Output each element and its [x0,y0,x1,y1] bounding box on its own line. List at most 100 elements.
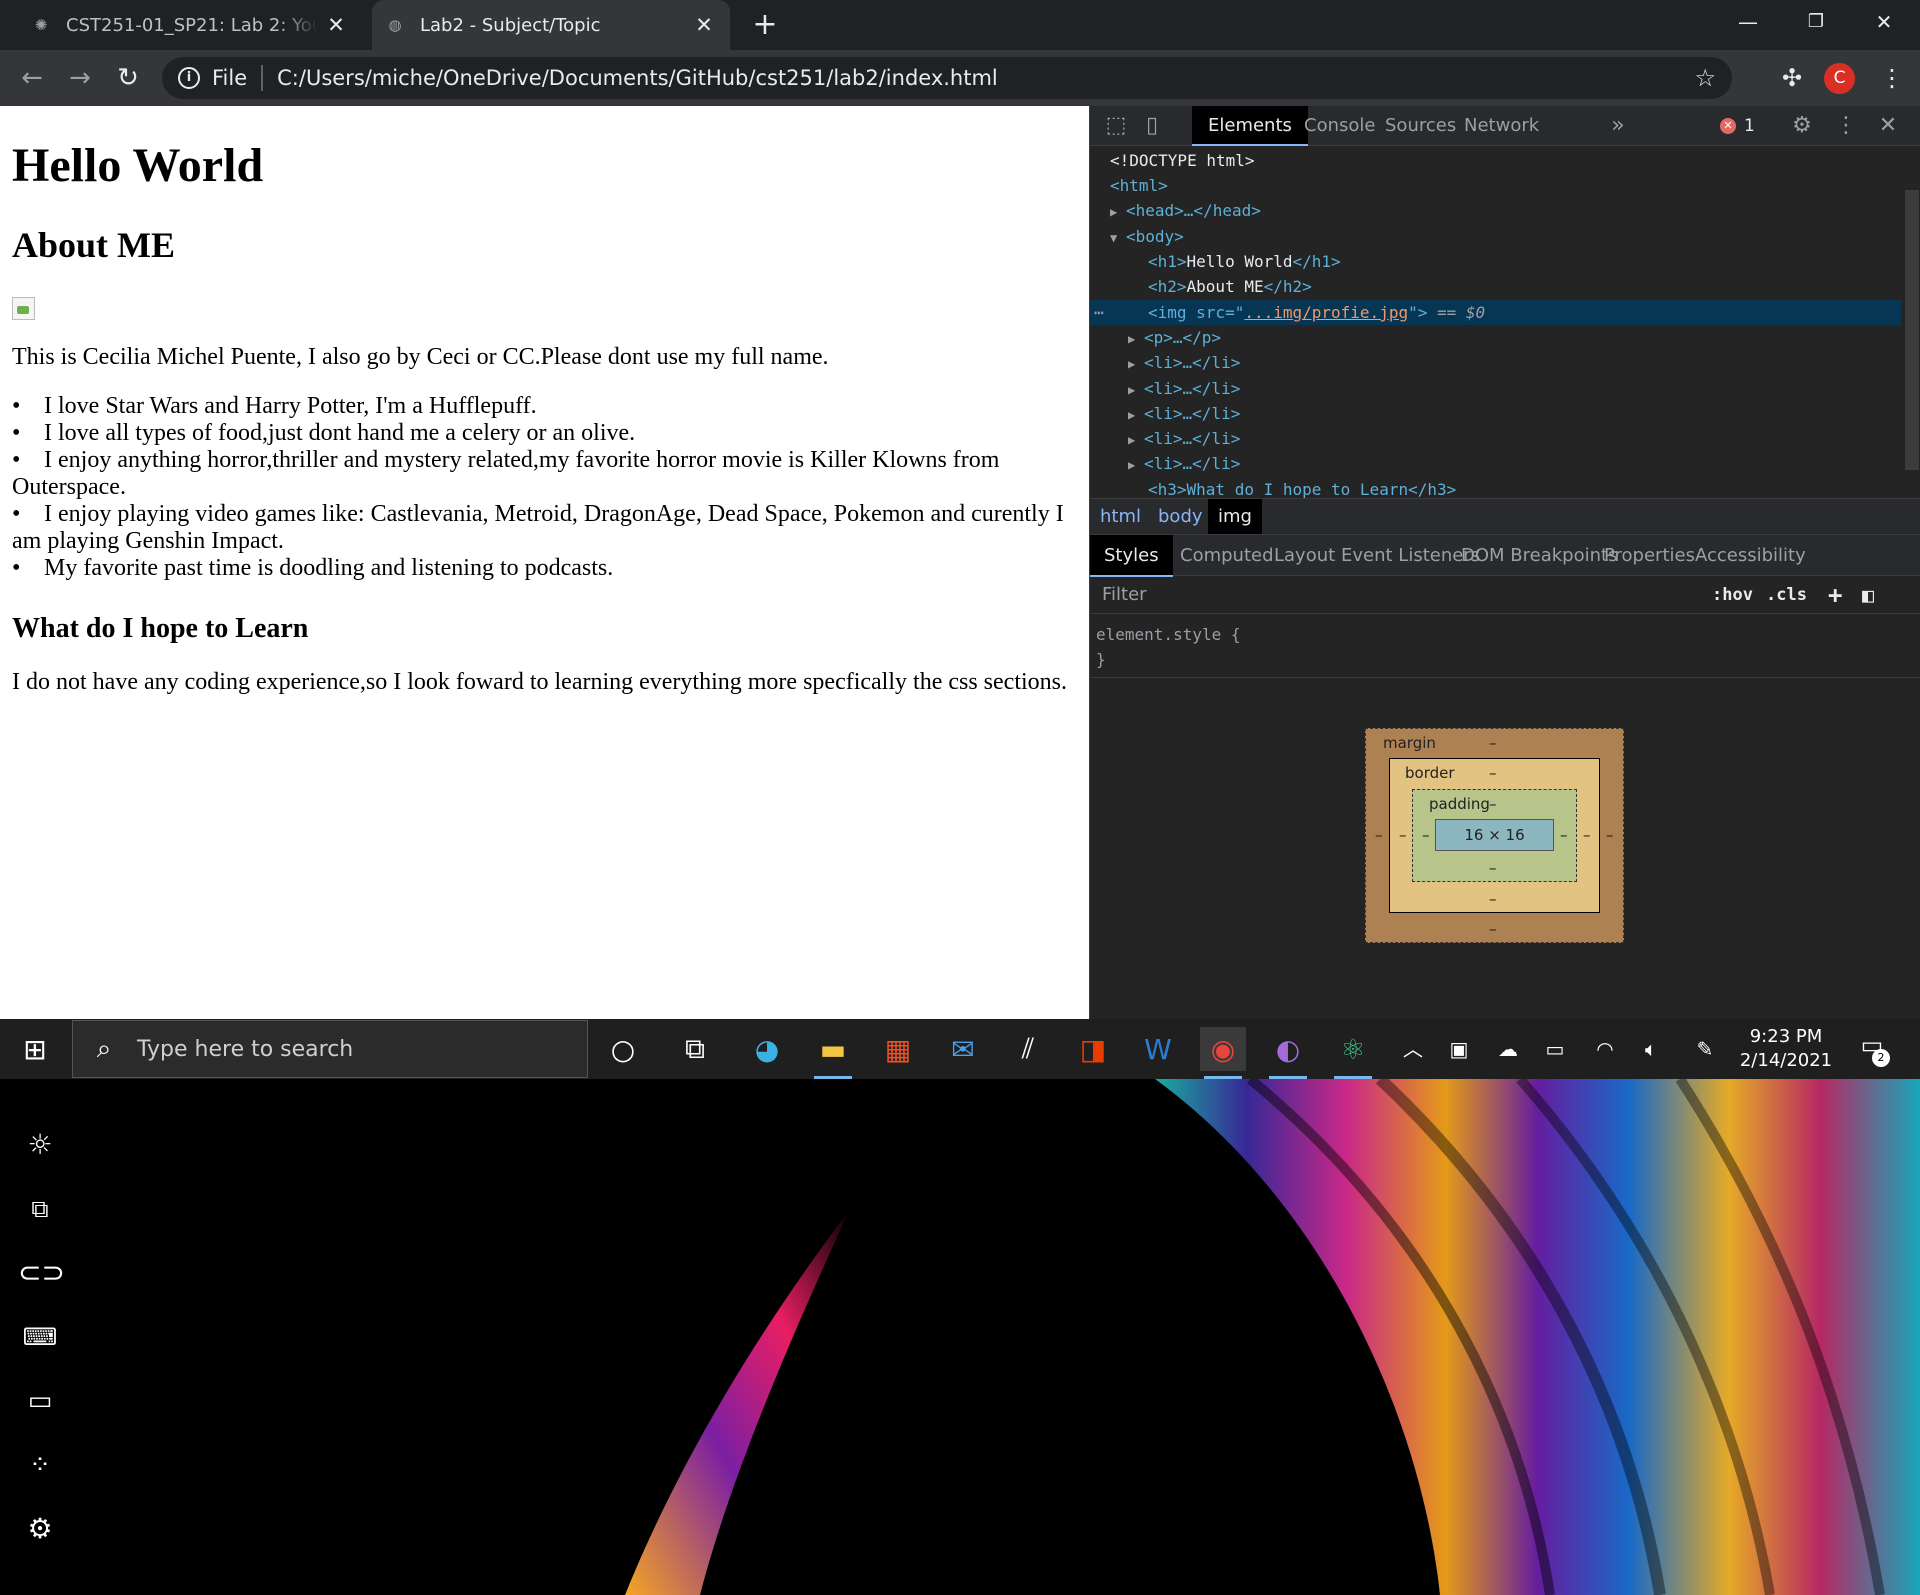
chrome-icon[interactable]: ◉ [1200,1027,1246,1079]
link-icon[interactable]: ⊂⊃ [18,1251,65,1295]
styles-filter-input[interactable]: Filter [1098,580,1678,610]
dom-node-h2[interactable]: <h2>About ME</h2> [1090,274,1901,299]
address-bar[interactable]: i File C:/Users/miche/OneDrive/Documents… [162,57,1732,99]
dom-node-h3[interactable]: <h3>What do I hope to Learn</h3> [1090,477,1901,498]
info-icon[interactable]: i [178,67,200,89]
taskbar-clock[interactable]: 9:23 PM 2/14/2021 [1730,1025,1842,1073]
page-heading-h2: About ME [12,225,176,266]
dom-node-p[interactable]: ▶ <p>…</p> [1090,325,1901,350]
edge-browser-icon[interactable]: ◕ [744,1027,790,1071]
word-icon[interactable]: W [1135,1027,1181,1071]
keyboard-icon[interactable]: ⌨ [18,1315,62,1359]
toggle-sidebar-icon[interactable]: ◧ [1862,580,1874,610]
dom-node-body[interactable]: ▼ <body> [1090,224,1901,249]
tab-styles[interactable]: Styles [1090,535,1173,577]
dom-node-li[interactable]: ▶ <li>…</li> [1090,401,1901,426]
dom-node-img-selected[interactable]: ⋯ <img src="...img/profie.jpg"> == $0 [1090,300,1901,325]
ellipsis-icon[interactable]: ⋯ [1090,300,1148,325]
inspect-element-icon[interactable]: ⬚ [1102,112,1130,140]
reload-icon[interactable]: ↻ [108,58,148,98]
close-window-button[interactable]: ✕ [1850,0,1918,44]
padding-label: padding [1429,795,1490,813]
dom-node-li[interactable]: ▶ <li>…</li> [1090,426,1901,451]
box-model-content-size[interactable]: 16 × 16 [1435,819,1554,851]
expand-triangle-icon[interactable]: ▶ [1128,403,1144,428]
collapse-triangle-icon[interactable]: ▼ [1110,226,1126,251]
error-count-badge[interactable]: ✕ 1 [1720,112,1755,140]
windows-start-icon[interactable]: ⊞ [12,1027,58,1071]
cortana-icon[interactable]: ○ [600,1027,646,1071]
close-devtools-icon[interactable]: ✕ [1874,112,1902,140]
wifi-icon[interactable]: ◠ [1590,1031,1620,1067]
divider [261,65,264,91]
file-explorer-icon[interactable]: ▬ [810,1027,856,1079]
dom-node-head[interactable]: ▶ <head>…</head> [1090,198,1901,223]
atom-editor-icon[interactable]: ⚛ [1330,1027,1376,1079]
extensions-puzzle-icon[interactable]: ✣ [1776,62,1808,94]
back-icon[interactable]: ← [12,58,52,98]
dom-node-h1[interactable]: <h1>Hello World</h1> [1090,249,1901,274]
dom-node-li[interactable]: ▶ <li>…</li> [1090,451,1901,476]
minimize-button[interactable]: — [1714,0,1782,44]
pen-workspace-icon[interactable]: ✎ [1690,1031,1720,1067]
bookmark-star-icon[interactable]: ☆ [1694,64,1716,92]
tab-lab2-subject[interactable]: ◍ Lab2 - Subject/Topic ✕ [372,0,730,50]
expand-triangle-icon[interactable]: ▶ [1128,352,1144,377]
breadcrumb-body[interactable]: body [1148,499,1213,535]
breadcrumb-html[interactable]: html [1090,499,1151,535]
dom-node-doctype[interactable]: <!DOCTYPE html> [1090,148,1901,173]
github-desktop-icon[interactable]: ◐ [1265,1027,1311,1079]
project-screen-icon[interactable]: ⧉ [18,1187,62,1231]
hov-toggle[interactable]: :hov [1712,580,1753,610]
brightness-sun-icon[interactable]: ☼ [18,1123,62,1167]
url-text[interactable]: C:/Users/miche/OneDrive/Documents/GitHub… [277,66,998,90]
laptop-icon[interactable]: ▭ [18,1379,62,1423]
more-tabs-chevron-icon[interactable]: » [1604,112,1632,140]
dom-node-html[interactable]: <html> [1090,173,1901,198]
close-tab-icon[interactable]: ✕ [324,13,348,37]
padding-left-value: – [1422,826,1430,844]
expand-triangle-icon[interactable]: ▶ [1128,327,1144,352]
show-hidden-icons-chevron[interactable]: ︿ [1398,1031,1428,1067]
task-view-icon[interactable]: ⧉ [672,1027,718,1071]
chrome-menu-icon[interactable]: ⋮ [1880,62,1904,94]
element-style-rule[interactable]: element.style { } [1090,614,1920,678]
tab-network[interactable]: Network [1448,106,1555,146]
dom-node-li[interactable]: ▶ <li>…</li> [1090,350,1901,375]
dom-node-li[interactable]: ▶ <li>…</li> [1090,376,1901,401]
taskbar-search-box[interactable]: ⌕ Type here to search [72,1020,588,1078]
unity-icon[interactable]: ⫽ [1005,1027,1051,1071]
img-src-link[interactable]: ...img/profie.jpg [1244,303,1408,322]
device-toolbar-icon[interactable]: ▯ [1138,112,1166,140]
mail-icon[interactable]: ✉ [940,1027,986,1071]
expand-triangle-icon[interactable]: ▶ [1128,378,1144,403]
forward-icon[interactable]: → [60,58,100,98]
devtools-menu-icon[interactable]: ⋮ [1832,112,1860,140]
expand-triangle-icon[interactable]: ▶ [1128,428,1144,453]
close-tab-icon[interactable]: ✕ [692,13,716,37]
restore-button[interactable]: ❐ [1782,0,1850,44]
clock-date: 2/14/2021 [1739,1050,1833,1071]
cls-toggle[interactable]: .cls [1766,580,1807,610]
meet-now-icon[interactable]: ▣ [1444,1031,1474,1067]
tab-canvas-lab2[interactable]: ✺ CST251-01_SP21: Lab 2: Your First ✕ [18,0,362,50]
dom-tree-scrollbar[interactable] [1905,190,1919,470]
margin-label: margin [1383,734,1436,752]
office-icon[interactable]: ◨ [1070,1027,1116,1071]
profile-avatar[interactable]: C [1824,63,1855,94]
battery-icon[interactable]: ▭ [1540,1031,1570,1067]
microsoft-store-icon[interactable]: ▦ [875,1027,921,1071]
tab-accessibility[interactable]: Accessibility [1681,535,1820,577]
volume-icon[interactable]: 🔈︎ [1636,1031,1666,1067]
apps-grid-icon[interactable]: ⁘ [18,1443,62,1487]
settings-gear-icon[interactable]: ⚙ [1788,112,1816,140]
action-center-icon[interactable]: ▭ 2 [1852,1031,1892,1067]
expand-triangle-icon[interactable]: ▶ [1128,453,1144,478]
breadcrumb-img[interactable]: img [1208,499,1262,535]
box-model-diagram: margin – – – – border – – – – padding – … [1365,728,1624,943]
add-style-rule-icon[interactable]: + [1828,580,1842,610]
onedrive-cloud-icon[interactable]: ☁ [1492,1031,1524,1067]
expand-triangle-icon[interactable]: ▶ [1110,200,1126,225]
settings-gear-icon[interactable]: ⚙ [18,1507,62,1551]
new-tab-button[interactable]: + [748,8,782,42]
